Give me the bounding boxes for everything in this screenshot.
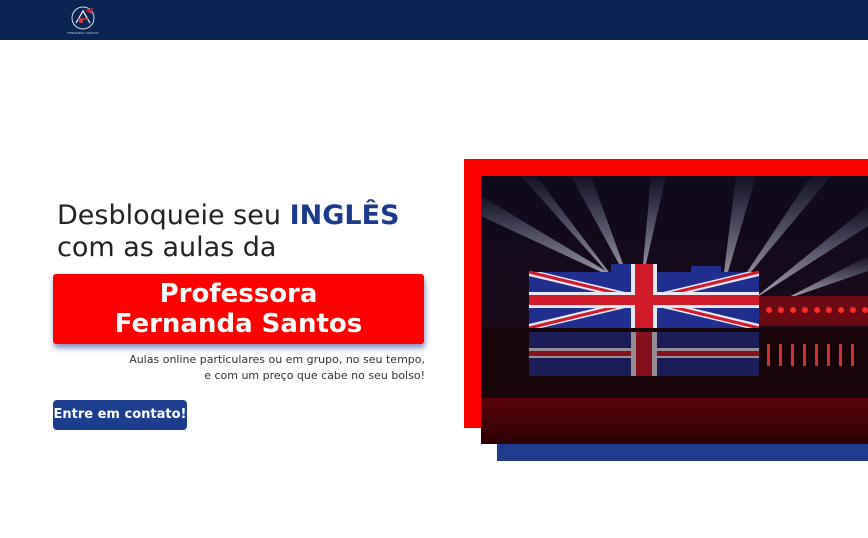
headline-highlight: INGLÊS	[289, 200, 400, 231]
top-navbar: FERNANDA SANTOS	[0, 0, 868, 40]
hero-tagline: Aulas online particulares ou em grupo, n…	[120, 352, 425, 384]
teacher-name-banner: Professora Fernanda Santos	[53, 274, 424, 344]
headline-prefix: Desbloqueie seu	[57, 200, 290, 231]
headline-line-2: com as aulas da	[57, 232, 277, 263]
headline-line-1: Desbloqueie seu INGLÊS	[57, 200, 399, 232]
castle-lit-with-union-jack-photo	[481, 176, 868, 444]
hero-headline: Desbloqueie seu INGLÊS com as aulas da	[57, 200, 399, 264]
contact-button[interactable]: Entre em contato!	[53, 400, 187, 430]
name-line-2: Fernanda Santos	[114, 309, 363, 339]
logo-text: FERNANDA SANTOS	[67, 31, 99, 35]
name-line-1: Professora	[159, 279, 318, 309]
tagline-line-2: e com um preço que cabe no seu bolso!	[204, 369, 425, 382]
logo-emblem-icon	[71, 6, 95, 30]
site-logo[interactable]: FERNANDA SANTOS	[64, 5, 102, 35]
tagline-line-1: Aulas online particulares ou em grupo, n…	[129, 353, 425, 366]
